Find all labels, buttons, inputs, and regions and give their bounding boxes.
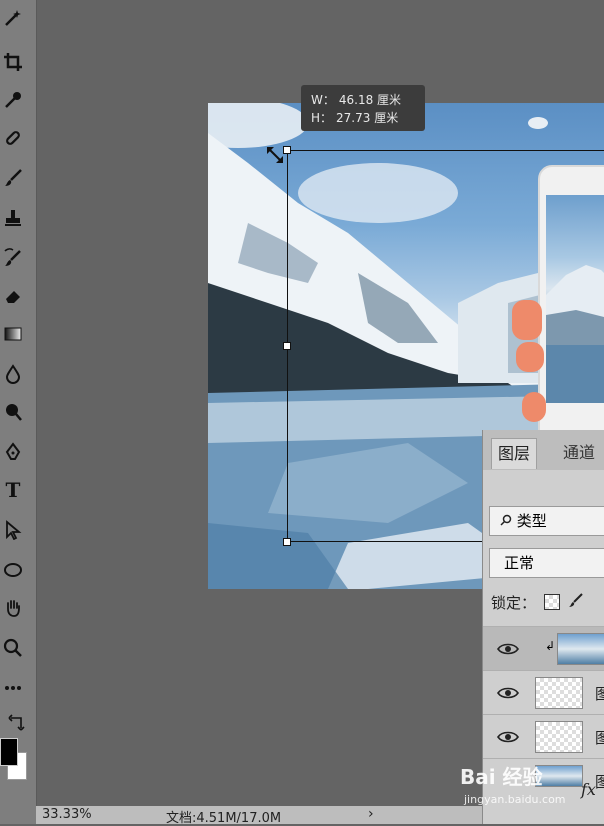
status-menu-arrow[interactable]: › [368,806,374,822]
visibility-eye-icon[interactable] [497,728,519,746]
visibility-eye-icon[interactable] [497,684,519,702]
text-tool-icon[interactable]: T [0,476,26,504]
search-icon [500,512,517,530]
tab-channels[interactable]: 通道 [557,438,601,468]
resize-cursor-icon [264,144,286,166]
healing-brush-icon[interactable] [0,124,26,152]
layer-name: 图 [595,685,604,703]
status-bar: 33.33% 文档:4.51M/17.0M › [36,806,482,826]
eyedropper-icon[interactable] [0,86,26,114]
ellipse-shape-icon[interactable] [0,556,26,584]
lock-label: 锁定： [491,593,537,612]
layer-thumbnail [557,633,604,665]
height-label: H： [311,111,333,125]
clone-stamp-icon[interactable] [0,204,26,232]
lock-row: 锁定： [491,590,584,614]
clipping-mask-icon: ↲ [545,639,556,653]
brush-icon[interactable] [0,164,26,192]
tools-panel: T [0,0,37,824]
magic-wand-icon[interactable] [0,4,26,32]
swap-colors-icon[interactable] [4,708,30,736]
history-brush-icon[interactable] [0,244,26,272]
blend-mode-value: 正常 [504,554,535,572]
width-label: W： [311,93,335,107]
dodge-icon[interactable] [0,398,26,426]
watermark-url: jingyan.baidu.com [464,793,566,806]
layer-name: 图 [595,729,604,747]
blur-icon[interactable] [0,360,26,388]
watermark: Bai 经验 jingyan.baidu.com [458,755,604,815]
blend-mode-select[interactable]: 正常 [489,548,604,578]
zoom-level[interactable]: 33.33% [42,807,92,822]
pen-icon[interactable] [0,438,26,466]
lock-transparent-pixels-icon[interactable] [544,594,561,610]
gradient-icon[interactable] [0,320,26,348]
document-size-info: 文档:4.51M/17.0M [166,811,282,826]
layer-thumbnail [535,677,583,709]
visibility-eye-icon[interactable] [497,640,519,658]
layer-filter-select[interactable]: 类型 [489,506,604,536]
crop-icon[interactable] [0,48,26,76]
transform-dimension-tooltip: W： 46.18 厘米 H： 27.73 厘米 [301,85,425,131]
watermark-logo: Bai 经验 [460,765,543,789]
tab-layers[interactable]: 图层 [491,438,538,469]
height-value: 27.73 厘米 [336,111,399,125]
more-tools-icon[interactable] [0,674,26,702]
foreground-color-swatch[interactable] [0,738,18,766]
width-value: 46.18 厘米 [338,93,402,107]
layer-row[interactable]: 图 [483,670,604,715]
panel-tab-bar: 图层 通道 [483,430,604,470]
layer-row[interactable]: 图 [483,714,604,759]
layer-row[interactable]: ↲ [483,626,604,671]
hand-icon[interactable] [0,594,26,622]
layer-thumbnail [535,721,583,753]
transform-handle-bottom-left[interactable] [283,538,291,546]
lock-image-pixels-icon[interactable] [568,592,584,612]
transform-handle-middle-left[interactable] [283,342,291,350]
path-selection-icon[interactable] [0,516,26,544]
eraser-icon[interactable] [0,282,26,310]
zoom-icon[interactable] [0,634,26,662]
layer-filter-value: 类型 [516,512,547,530]
